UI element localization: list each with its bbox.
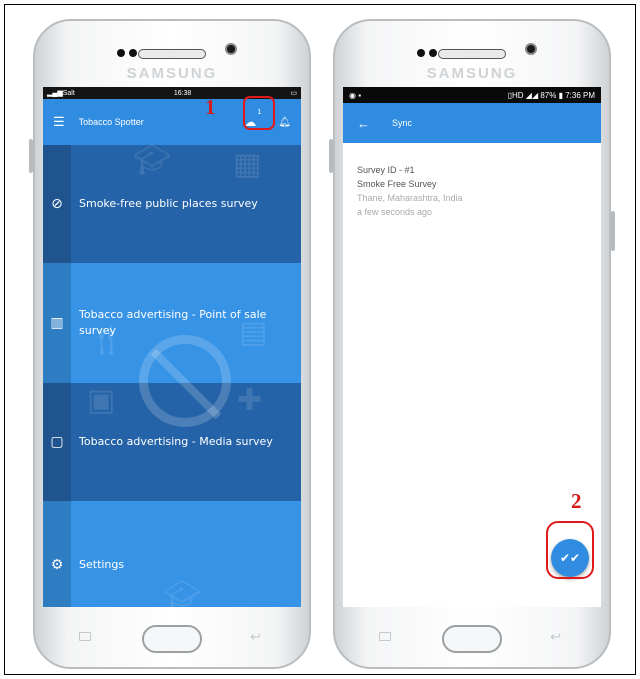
battery-icon: ▭ bbox=[290, 90, 297, 97]
back-key[interactable]: ↩ bbox=[550, 629, 561, 645]
first-aid-icon: ✚ bbox=[237, 383, 263, 418]
battery-icon: ▮ bbox=[556, 90, 566, 100]
signal-icon: ▂▄▆ bbox=[47, 90, 63, 97]
bus-icon: ▣ bbox=[87, 383, 116, 418]
home-button[interactable] bbox=[442, 625, 502, 653]
volume-button bbox=[29, 139, 33, 173]
home-button[interactable] bbox=[142, 625, 202, 653]
sensor-dot bbox=[417, 49, 425, 57]
highlight-box-sync-cloud bbox=[243, 96, 275, 130]
notification-icons: ◉ ▪ bbox=[349, 90, 362, 100]
survey-time: a few seconds ago bbox=[357, 207, 433, 217]
network-type: HD bbox=[512, 90, 524, 100]
recent-apps-key[interactable] bbox=[79, 632, 91, 641]
utensils-icon: 🍴︎ bbox=[87, 323, 126, 358]
store-icon: ▥ bbox=[43, 263, 71, 383]
front-camera bbox=[525, 43, 537, 55]
survey-location: Thane, Maharashtra, India bbox=[357, 193, 463, 203]
app-title: Tobacco Spotter bbox=[78, 117, 144, 127]
volume-button bbox=[329, 139, 333, 173]
tablet-icon: ▢ bbox=[43, 383, 71, 501]
gear-icon: ⚙ bbox=[43, 501, 71, 607]
no-smoking-icon: ⊘ bbox=[43, 145, 71, 263]
graduation-cap-icon: 🎓︎ bbox=[133, 143, 172, 178]
earpiece bbox=[438, 49, 506, 59]
recent-apps-key[interactable] bbox=[379, 632, 391, 641]
sensor-dot bbox=[117, 49, 125, 57]
book-icon: ▤ bbox=[239, 315, 268, 350]
page-title: Sync bbox=[392, 118, 413, 128]
signal-icon: ◢◢ bbox=[523, 90, 541, 100]
brand-logo: SAMSUNG bbox=[126, 65, 218, 82]
sensor-dot bbox=[429, 49, 437, 57]
document-icon: ▦ bbox=[233, 147, 262, 182]
annotation-number: 1 bbox=[205, 95, 216, 119]
survey-name: Smoke Free Survey bbox=[357, 179, 437, 189]
carrier-label: Salt bbox=[62, 89, 75, 97]
menu-item-smoke-free-survey[interactable]: 🎓︎ ▦ ⊘ Smoke-free public places survey bbox=[43, 145, 301, 263]
status-bar: ◉ ▪ ▯ HD ◢◢ 87% ▮ 7:36 PM bbox=[343, 87, 601, 103]
survey-menu: 🎓︎ ▦ ⊘ Smoke-free public places survey 🍴… bbox=[43, 145, 301, 607]
brand-logo: SAMSUNG bbox=[426, 65, 518, 82]
menu-item-label: Tobacco advertising - Media survey bbox=[79, 435, 273, 448]
app-bar: ← Sync bbox=[343, 103, 601, 143]
screen-main-menu: ▂▄▆ Salt 16:38 ▭ ☰ Tobacco Spotter ☁ 1 🔔︎… bbox=[43, 87, 301, 607]
menu-item-settings[interactable]: 🎓︎ ⚙ Settings bbox=[43, 501, 301, 607]
earpiece bbox=[138, 49, 206, 59]
survey-list-item[interactable]: Survey ID - #1 Smoke Free Survey Thane, … bbox=[343, 143, 601, 239]
annotation-number: 2 bbox=[571, 489, 582, 513]
status-time: 7:36 PM bbox=[565, 90, 595, 100]
no-smoking-watermark-icon bbox=[139, 335, 231, 427]
power-button bbox=[611, 211, 615, 251]
survey-id: Survey ID - #1 bbox=[357, 165, 415, 175]
figure-frame: SAMSUNG ▂▄▆ Salt 16:38 ▭ ☰ Tobacco Spott… bbox=[4, 4, 636, 675]
back-key[interactable]: ↩ bbox=[250, 629, 261, 645]
bell-icon[interactable]: 🔔︎ bbox=[278, 117, 291, 128]
sensor-dot bbox=[129, 49, 137, 57]
front-camera bbox=[225, 43, 237, 55]
menu-item-label: Smoke-free public places survey bbox=[79, 197, 258, 210]
menu-item-label: Settings bbox=[79, 558, 125, 571]
graduation-cap-icon: 🎓︎ bbox=[163, 579, 202, 608]
battery-percent: 87% bbox=[540, 90, 557, 100]
hamburger-menu-icon[interactable]: ☰ bbox=[53, 114, 65, 130]
back-arrow-icon[interactable]: ← bbox=[357, 116, 370, 131]
highlight-box-sync-button bbox=[546, 521, 594, 579]
